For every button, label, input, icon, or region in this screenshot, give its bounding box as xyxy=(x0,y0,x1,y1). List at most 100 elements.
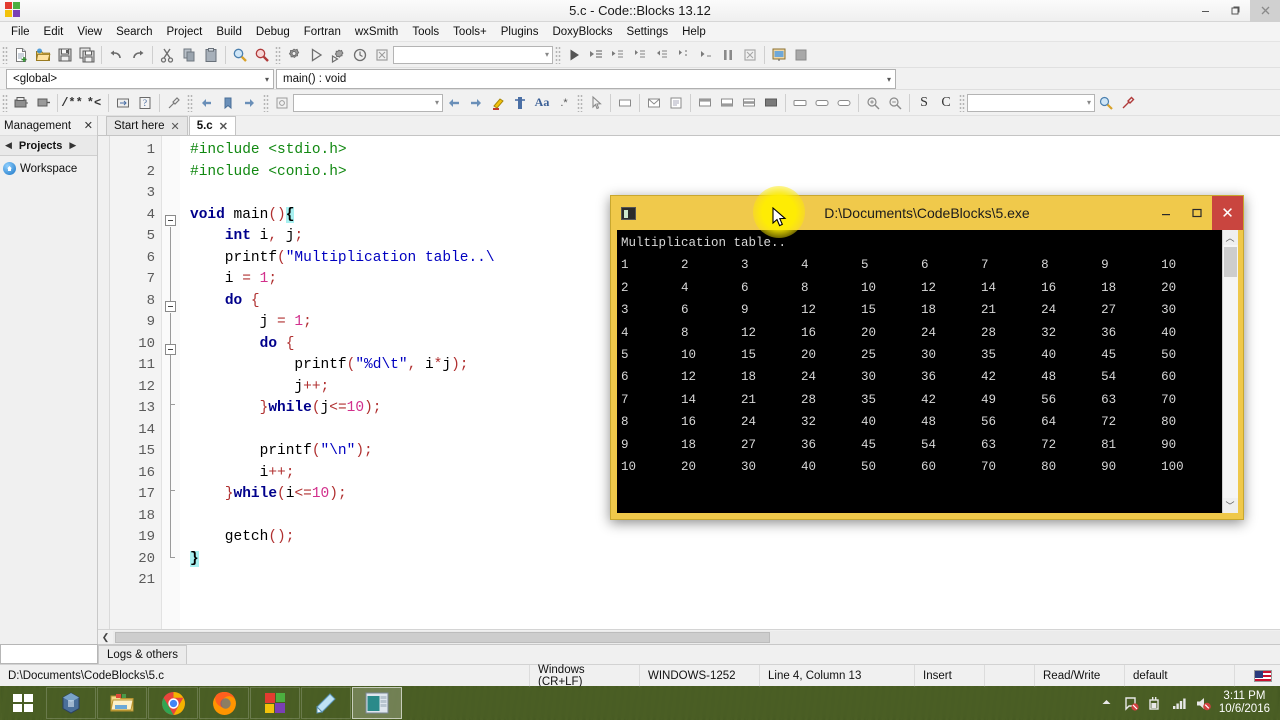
tab-projects[interactable]: Projects xyxy=(15,140,66,152)
code-line[interactable]: #include <stdio.h> xyxy=(180,140,1280,162)
find-icon[interactable] xyxy=(229,44,251,66)
doxyblocks-block-comment-icon[interactable]: /** xyxy=(61,92,83,114)
debug-run-to-cursor-icon[interactable] xyxy=(585,44,607,66)
undo-icon[interactable] xyxy=(105,44,127,66)
scroll-track[interactable] xyxy=(113,630,1280,644)
code-line[interactable]: #include <conio.h> xyxy=(180,162,1280,184)
search-icon[interactable] xyxy=(1095,92,1117,114)
console-close-button[interactable]: ✕ xyxy=(1212,196,1243,230)
more-icon[interactable]: .* xyxy=(553,92,575,114)
run-icon[interactable] xyxy=(305,44,327,66)
menu-search[interactable]: Search xyxy=(109,22,159,42)
fold-marker-line-10[interactable] xyxy=(165,344,176,355)
frame-icon[interactable] xyxy=(665,92,687,114)
save-icon[interactable] xyxy=(54,44,76,66)
battery-icon[interactable] xyxy=(1147,695,1164,712)
select-source-icon[interactable]: S xyxy=(913,92,935,114)
show-hidden-icons-icon[interactable] xyxy=(1099,695,1116,712)
paint-icon[interactable] xyxy=(301,687,351,719)
debug-stop-icon[interactable] xyxy=(739,44,761,66)
doxyblocks-line-comment-icon[interactable]: *< xyxy=(83,92,105,114)
console-scroll-thumb[interactable] xyxy=(1223,247,1237,277)
file-explorer-icon[interactable] xyxy=(97,687,147,719)
doxyblocks-wizard-icon[interactable] xyxy=(112,92,134,114)
console-maximize-button[interactable] xyxy=(1181,196,1212,230)
fold-marker-line-8[interactable] xyxy=(165,301,176,312)
select-class-icon[interactable]: C xyxy=(935,92,957,114)
console-scrollbar[interactable]: ︿ ﹀ xyxy=(1222,230,1238,513)
doxyblocks-comment-icon[interactable] xyxy=(32,92,54,114)
tools-icon[interactable] xyxy=(1117,92,1139,114)
menu-tools[interactable]: Tools xyxy=(405,22,446,42)
tab-start-here[interactable]: Start here ✕ xyxy=(106,116,188,135)
bookmark-icon[interactable] xyxy=(217,92,239,114)
debug-step-into-icon[interactable] xyxy=(629,44,651,66)
toolbar-grip[interactable] xyxy=(275,45,281,64)
new-file-icon[interactable] xyxy=(10,44,32,66)
tree-item-workspace[interactable]: Workspace xyxy=(3,162,94,175)
function-combo[interactable]: main() : void ▾ xyxy=(276,69,896,89)
codeblocks-icon[interactable] xyxy=(250,687,300,719)
menu-fortran[interactable]: Fortran xyxy=(297,22,348,42)
rebuild-icon[interactable] xyxy=(349,44,371,66)
toolbar-grip[interactable] xyxy=(2,93,8,112)
pointer-icon[interactable] xyxy=(585,92,607,114)
search-next-icon[interactable] xyxy=(465,92,487,114)
menu-settings[interactable]: Settings xyxy=(620,22,676,42)
wxsmith-search-input[interactable]: ▾ xyxy=(967,93,1095,112)
toolbar-grip[interactable] xyxy=(555,45,561,64)
chevron-up-icon[interactable]: ︿ xyxy=(1222,230,1238,245)
various-info-icon[interactable] xyxy=(790,44,812,66)
layout-top-icon[interactable] xyxy=(694,92,716,114)
dialog-icon[interactable] xyxy=(643,92,665,114)
close-button[interactable] xyxy=(1250,0,1280,22)
console-minimize-button[interactable] xyxy=(1150,196,1181,230)
debug-continue-icon[interactable] xyxy=(563,44,585,66)
back-icon[interactable] xyxy=(195,92,217,114)
console-window-icon[interactable] xyxy=(352,687,402,719)
doxyblocks-help-icon[interactable]: ? xyxy=(134,92,156,114)
paste-icon[interactable] xyxy=(200,44,222,66)
google-chrome-icon[interactable] xyxy=(148,687,198,719)
open-file-icon[interactable] xyxy=(32,44,54,66)
close-icon[interactable]: ✕ xyxy=(219,120,228,133)
chevron-down-icon[interactable]: ﹀ xyxy=(1222,498,1238,513)
fold-marker-line-4[interactable] xyxy=(165,215,176,226)
namespace-combo[interactable]: <global> ▾ xyxy=(6,69,274,89)
code-folding-margin[interactable] xyxy=(162,136,180,629)
toolbar-grip[interactable] xyxy=(263,93,269,112)
code-line[interactable] xyxy=(180,570,1280,592)
menu-plugins[interactable]: Plugins xyxy=(494,22,546,42)
tab-logs-and-others[interactable]: Logs & others xyxy=(98,645,187,664)
search-scope-icon[interactable] xyxy=(271,92,293,114)
chevron-left-icon[interactable]: ◀ xyxy=(2,140,15,151)
abort-icon[interactable] xyxy=(371,44,393,66)
toolbar-grip[interactable] xyxy=(187,93,193,112)
status-keyboard-layout[interactable] xyxy=(1235,665,1280,687)
flex-sizer-icon[interactable] xyxy=(833,92,855,114)
console-window[interactable]: D:\Documents\CodeBlocks\5.exe ✕ Multipli… xyxy=(610,195,1244,520)
menu-view[interactable]: View xyxy=(70,22,109,42)
maximize-button[interactable] xyxy=(1220,0,1250,22)
panel-icon[interactable] xyxy=(614,92,636,114)
doxyblocks-config-icon[interactable] xyxy=(163,92,185,114)
firefox-icon[interactable] xyxy=(199,687,249,719)
debug-step-out-icon[interactable] xyxy=(651,44,673,66)
zoom-in-icon[interactable] xyxy=(862,92,884,114)
layout-fill-icon[interactable] xyxy=(760,92,782,114)
action-center-icon[interactable] xyxy=(1123,695,1140,712)
menu-file[interactable]: File xyxy=(4,22,37,42)
build-icon[interactable] xyxy=(283,44,305,66)
box-sizer-icon[interactable] xyxy=(789,92,811,114)
menu-help[interactable]: Help xyxy=(675,22,713,42)
redo-icon[interactable] xyxy=(127,44,149,66)
tab-5-c[interactable]: 5.c ✕ xyxy=(188,116,236,135)
layout-bottom-icon[interactable] xyxy=(716,92,738,114)
code-line[interactable]: } xyxy=(180,549,1280,571)
search-prev-icon[interactable] xyxy=(443,92,465,114)
menu-tools-plus[interactable]: Tools+ xyxy=(446,22,494,42)
cut-icon[interactable] xyxy=(156,44,178,66)
chevron-right-icon[interactable]: ▶ xyxy=(66,140,79,151)
menu-build[interactable]: Build xyxy=(209,22,249,42)
replace-icon[interactable] xyxy=(251,44,273,66)
